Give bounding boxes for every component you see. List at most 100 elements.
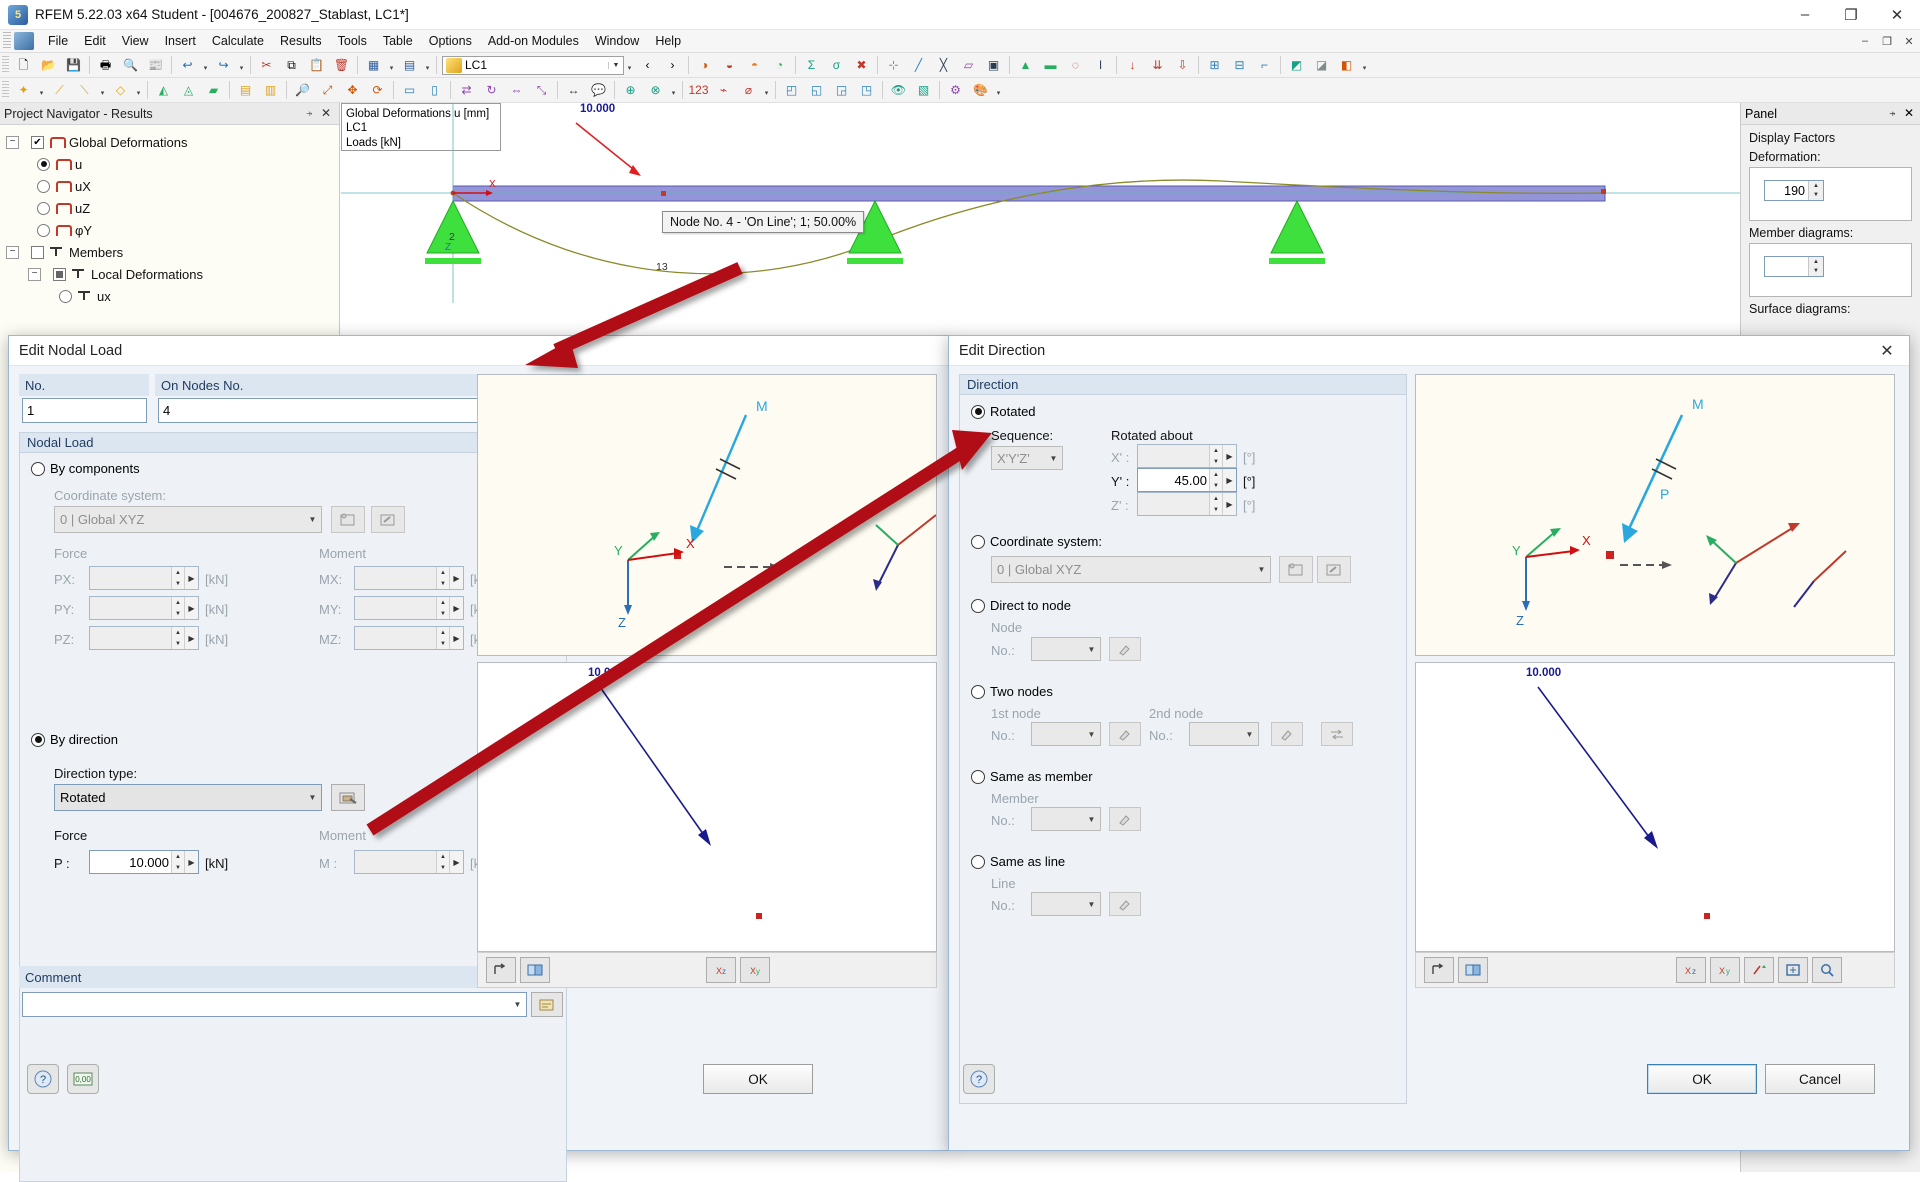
- checkbox-local-deformations[interactable]: [53, 267, 66, 281]
- mx-input[interactable]: ▲ ▼ ▶: [354, 566, 464, 590]
- expand-icon[interactable]: ▶: [449, 851, 463, 873]
- menu-item-insert[interactable]: Insert: [157, 32, 204, 50]
- view-xy-icon[interactable]: Xy: [1710, 957, 1740, 983]
- result-values-icon[interactable]: 123: [687, 80, 710, 101]
- render-mode-icon[interactable]: [520, 957, 550, 983]
- delete-icon[interactable]: 🗑: [330, 55, 353, 76]
- line-support-icon[interactable]: ▬: [1039, 55, 1062, 76]
- new-coordinate-system-icon[interactable]: [331, 506, 365, 533]
- checkbox-global-deformations[interactable]: ✔: [31, 135, 44, 149]
- rotate-view-icon[interactable]: [1744, 957, 1774, 983]
- on-nodes-input[interactable]: 4: [158, 398, 528, 423]
- comment-browse-icon[interactable]: [531, 992, 563, 1017]
- view-xy-icon[interactable]: Xy: [740, 957, 770, 983]
- direction-preview-diagram[interactable]: 10.000: [1415, 662, 1895, 952]
- undo-dropdown-icon[interactable]: ▾: [200, 55, 211, 76]
- table-view-dropdown-icon[interactable]: ▾: [422, 55, 433, 76]
- menu-item-file[interactable]: File: [40, 32, 76, 50]
- printout-report-icon[interactable]: 📰: [144, 55, 167, 76]
- new-line-support-icon[interactable]: ◬: [177, 80, 200, 101]
- open-file-icon[interactable]: 📂: [37, 55, 60, 76]
- nodal-load-icon[interactable]: ↓: [1121, 55, 1144, 76]
- radio-uz[interactable]: [37, 201, 50, 215]
- spinner-icon[interactable]: ▲ ▼: [1209, 493, 1222, 515]
- results-on-members-icon[interactable]: ◒: [718, 55, 741, 76]
- tree-item-members[interactable]: − Members: [6, 241, 339, 263]
- new-nodal-support-icon[interactable]: ◭: [152, 80, 175, 101]
- expand-icon[interactable]: ▶: [184, 851, 198, 873]
- direction-cancel-button[interactable]: Cancel: [1765, 1064, 1875, 1094]
- tree-item-local-deformations[interactable]: − Local Deformations: [6, 263, 339, 285]
- no-input[interactable]: 1: [22, 398, 147, 423]
- axis-system-icon[interactable]: ⊕: [619, 80, 642, 101]
- dimension-icon[interactable]: ↔: [562, 80, 585, 101]
- edit-coordinate-system-icon[interactable]: [1317, 556, 1351, 583]
- result-diagram-icon[interactable]: ⌁: [712, 80, 735, 101]
- px-input[interactable]: ▲ ▼ ▶: [89, 566, 199, 590]
- pick-member-icon[interactable]: [1109, 807, 1141, 831]
- tables-dropdown-icon[interactable]: ▾: [386, 55, 397, 76]
- expander-icon[interactable]: −: [28, 267, 41, 281]
- view-xz-icon[interactable]: Xz: [1676, 957, 1706, 983]
- menu-item-window[interactable]: Window: [587, 32, 647, 50]
- surface-load-icon[interactable]: ⇩: [1171, 55, 1194, 76]
- calculate-all-icon[interactable]: Σ: [800, 55, 823, 76]
- doc-minimize-button[interactable]: –: [1854, 31, 1876, 51]
- axis-dropdown-icon[interactable]: ▾: [668, 80, 679, 101]
- menu-item-options[interactable]: Options: [421, 32, 480, 50]
- redo-icon[interactable]: ↪: [212, 55, 235, 76]
- member-no-combo[interactable]: ▼: [1031, 807, 1101, 831]
- mirror-objects-icon[interactable]: ⇔: [505, 80, 528, 101]
- menu-item-calculate[interactable]: Calculate: [204, 32, 272, 50]
- rotate-view-icon[interactable]: ⟳: [366, 80, 389, 101]
- deformation-icon[interactable]: ◔: [768, 55, 791, 76]
- tree-item-global-deformations[interactable]: − ✔ Global Deformations: [6, 131, 339, 153]
- by-direction-radio[interactable]: By direction: [31, 732, 118, 747]
- chevron-down-icon[interactable]: ▼: [304, 793, 321, 802]
- move-origin-icon[interactable]: [1424, 957, 1454, 983]
- expand-icon[interactable]: ▶: [1222, 469, 1236, 491]
- checkbox-members[interactable]: [31, 245, 44, 259]
- nodal-load-ok-button[interactable]: OK: [703, 1064, 813, 1094]
- expand-icon[interactable]: ▶: [184, 567, 198, 589]
- menu-item-results[interactable]: Results: [272, 32, 330, 50]
- chevron-down-icon[interactable]: ▼: [1083, 900, 1100, 909]
- pan-icon[interactable]: ✥: [341, 80, 364, 101]
- display-properties-icon[interactable]: ⚙: [944, 80, 967, 101]
- solids-icon[interactable]: ▣: [982, 55, 1005, 76]
- p-input[interactable]: 10.000 ▲ ▼ ▶: [89, 850, 199, 874]
- spinner-icon[interactable]: ▲ ▼: [171, 567, 184, 589]
- visibility-icon[interactable]: 👁: [887, 80, 910, 101]
- py-input[interactable]: ▲ ▼ ▶: [89, 596, 199, 620]
- maximize-button[interactable]: ❐: [1828, 0, 1874, 30]
- view-settings-icon[interactable]: ◧: [1335, 55, 1358, 76]
- local-axis-icon[interactable]: ⊗: [644, 80, 667, 101]
- m-input[interactable]: ▲ ▼ ▶: [354, 850, 464, 874]
- expand-icon[interactable]: ▶: [449, 627, 463, 649]
- same-as-line-radio[interactable]: Same as line: [971, 854, 1065, 869]
- prev-load-case-icon[interactable]: ‹: [636, 55, 659, 76]
- spinner-icon[interactable]: ▲ ▼: [1209, 445, 1222, 467]
- chevron-down-icon[interactable]: ▼: [509, 1000, 526, 1009]
- new-surface-support-icon[interactable]: ▰: [202, 80, 225, 101]
- pick-line-icon[interactable]: [1109, 892, 1141, 916]
- new-member-icon[interactable]: ⟍: [73, 80, 96, 101]
- zoom-all-icon[interactable]: ⤢: [316, 80, 339, 101]
- menu-item-view[interactable]: View: [114, 32, 157, 50]
- results-on-surfaces-icon[interactable]: ◓: [743, 55, 766, 76]
- nodal-load-preview-3d[interactable]: M Y Z X: [477, 374, 937, 656]
- cross-section-icon[interactable]: I: [1089, 55, 1112, 76]
- navigator-close-icon[interactable]: ✕: [321, 106, 331, 121]
- toolbar-grip[interactable]: [2, 81, 9, 99]
- new-coordinate-system-icon[interactable]: [1279, 556, 1313, 583]
- select-special-icon[interactable]: ▯: [423, 80, 446, 101]
- direction-type-combo[interactable]: Rotated ▼: [54, 784, 322, 811]
- spinner-icon[interactable]: ▲ ▼: [436, 567, 449, 589]
- save-file-icon[interactable]: 💾: [62, 55, 85, 76]
- move-origin-icon[interactable]: [486, 957, 516, 983]
- result-section-icon[interactable]: ⌀: [737, 80, 760, 101]
- comment-input[interactable]: ▼: [22, 992, 527, 1017]
- my-input[interactable]: ▲ ▼ ▶: [354, 596, 464, 620]
- radio-local-ux[interactable]: [59, 289, 72, 303]
- menu-item-tools[interactable]: Tools: [330, 32, 375, 50]
